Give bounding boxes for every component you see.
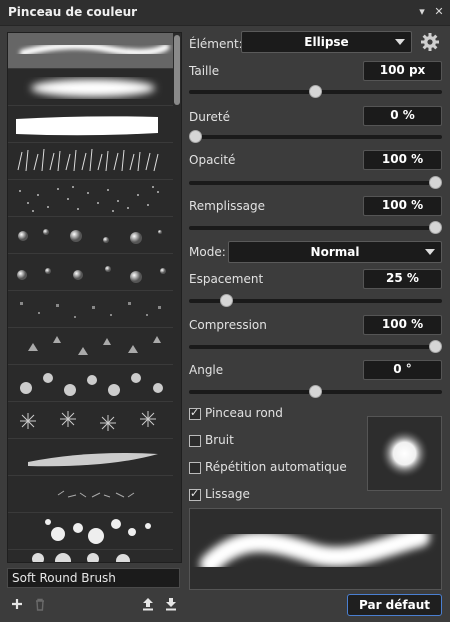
brush-spheres-2[interactable] <box>8 255 173 291</box>
brush-hatch[interactable] <box>8 440 173 476</box>
stroke-preview <box>189 508 442 590</box>
import-icon[interactable] <box>140 596 156 612</box>
size-label: Taille <box>189 64 220 78</box>
plus-icon[interactable] <box>9 596 25 612</box>
export-icon[interactable] <box>163 596 179 612</box>
brush-sparks[interactable] <box>8 477 173 513</box>
brush-name-field[interactable]: Soft Round Brush <box>7 568 180 588</box>
brush-snowflakes[interactable] <box>8 403 173 439</box>
angle-slider[interactable] <box>189 385 442 398</box>
trash-icon[interactable] <box>32 596 48 612</box>
brush-scatter-dots[interactable] <box>8 181 173 217</box>
element-label: Élément: <box>189 37 243 51</box>
fill-slider[interactable] <box>189 221 442 234</box>
brush-soft-round[interactable] <box>8 33 173 69</box>
hardness-slider-knob[interactable] <box>189 130 202 143</box>
scrollbar-thumb[interactable] <box>174 35 180 105</box>
brush-grass[interactable] <box>8 144 173 180</box>
chevron-down-icon <box>395 39 405 45</box>
auto-repeat-label: Répétition automatique <box>205 460 347 474</box>
compression-label: Compression <box>189 318 267 332</box>
mode-label: Mode: <box>189 245 226 259</box>
round-brush-label: Pinceau rond <box>205 406 283 420</box>
brush-speckle[interactable] <box>8 292 173 328</box>
compression-slider-knob[interactable] <box>429 340 442 353</box>
fill-slider-knob[interactable] <box>429 221 442 234</box>
opacity-slider[interactable] <box>189 176 442 189</box>
brush-list[interactable] <box>7 32 182 563</box>
auto-repeat-checkbox[interactable] <box>189 462 201 474</box>
hardness-label: Dureté <box>189 110 230 124</box>
brush-spheres[interactable] <box>8 218 173 254</box>
check-icon: ✓ <box>190 406 200 419</box>
close-icon[interactable]: ✕ <box>432 5 446 19</box>
brush-tip-preview <box>367 416 442 491</box>
angle-field[interactable]: 0 ° <box>363 360 442 380</box>
spacing-slider-knob[interactable] <box>220 294 234 307</box>
chevron-down-icon <box>425 249 435 255</box>
noise-checkbox[interactable] <box>189 435 201 447</box>
hardness-slider[interactable] <box>189 130 442 143</box>
compression-slider[interactable] <box>189 340 442 353</box>
brush-list-scrollbar[interactable] <box>173 33 181 562</box>
spacing-slider[interactable] <box>189 294 442 307</box>
size-slider-knob[interactable] <box>309 85 322 98</box>
panel-title: Pinceau de couleur <box>8 5 138 19</box>
reset-default-button[interactable]: Par défaut <box>347 594 442 616</box>
compression-field[interactable]: 100 % <box>363 315 442 335</box>
check-icon: ✓ <box>190 487 200 500</box>
size-slider[interactable] <box>189 85 442 98</box>
title-bar: Pinceau de couleur ▾ ✕ <box>0 0 450 26</box>
smoothing-checkbox[interactable]: ✓ <box>189 487 201 501</box>
smoothing-label: Lissage <box>205 487 250 501</box>
round-brush-checkbox[interactable]: ✓ <box>189 406 201 420</box>
element-select[interactable]: Ellipse <box>241 31 412 53</box>
mode-select[interactable]: Normal <box>228 241 442 263</box>
brush-bokeh[interactable] <box>8 551 173 562</box>
angle-slider-knob[interactable] <box>309 385 322 398</box>
brush-hard[interactable] <box>8 107 173 143</box>
brush-leaves[interactable] <box>8 329 173 365</box>
brush-airbrush[interactable] <box>8 70 173 106</box>
spacing-field[interactable]: 25 % <box>363 269 442 289</box>
hardness-field[interactable]: 0 % <box>363 106 442 126</box>
element-value: Ellipse <box>304 35 349 49</box>
opacity-field[interactable]: 100 % <box>363 150 442 170</box>
noise-label: Bruit <box>205 433 234 447</box>
brush-flowers[interactable] <box>8 366 173 402</box>
spacing-label: Espacement <box>189 272 264 286</box>
opacity-slider-knob[interactable] <box>429 176 442 189</box>
brush-bubbles[interactable] <box>8 514 173 550</box>
angle-label: Angle <box>189 363 224 377</box>
fill-field[interactable]: 100 % <box>363 196 442 216</box>
opacity-label: Opacité <box>189 153 236 167</box>
gear-icon[interactable] <box>420 32 440 52</box>
color-brush-panel: Pinceau de couleur ▾ ✕ Soft Round Brush … <box>0 0 450 622</box>
fill-label: Remplissage <box>189 199 266 213</box>
chevron-down-icon[interactable]: ▾ <box>415 5 429 19</box>
mode-value: Normal <box>310 245 360 259</box>
size-field[interactable]: 100 px <box>363 61 442 81</box>
